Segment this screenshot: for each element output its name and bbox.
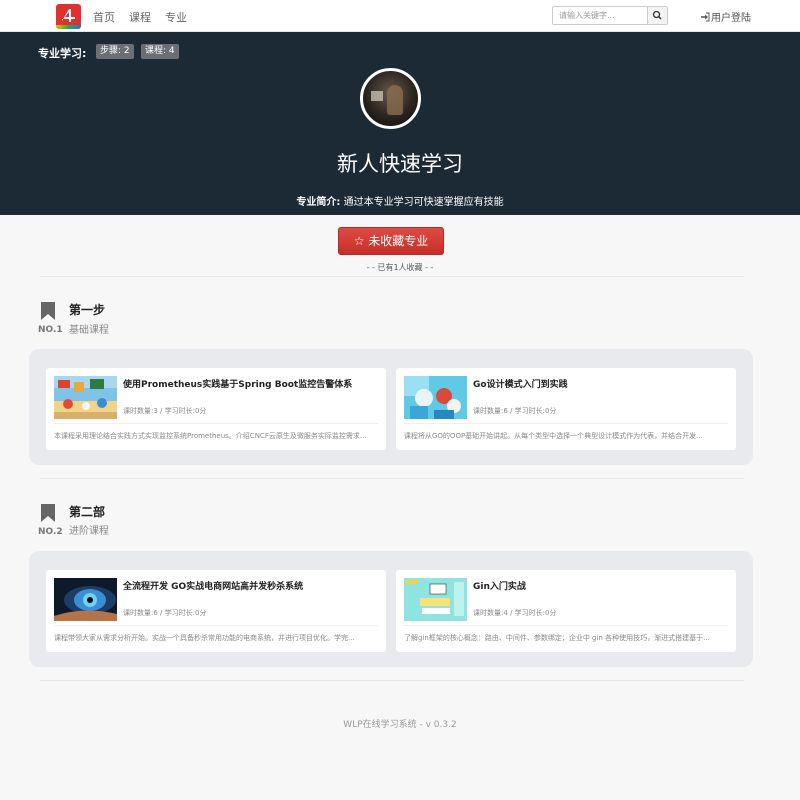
nav-home[interactable]: 首页 — [93, 9, 115, 25]
major-intro: 专业简介: 通过本专业学习可快速掌握应有技能 — [0, 193, 800, 208]
course-card[interactable]: 全流程开发 GO实战电商网站高并发秒杀系统 课时数量:6 / 学习时长:0分 课… — [46, 570, 386, 652]
step-number: NO.2 — [38, 527, 63, 537]
course-card[interactable]: Go设计模式入门到实践 课时数量:6 / 学习时长:0分 课程将从GO的OOP基… — [396, 368, 736, 450]
logo-glyph-icon — [62, 9, 75, 22]
footer-version: WLP在线学习系统 - v 0.3.2 — [343, 720, 457, 730]
login-label: 用户登陆 — [711, 13, 751, 24]
divider — [40, 276, 744, 277]
step-courses-panel: 使用Prometheus实践基于Spring Boot监控告警体系 课时数量:3… — [29, 349, 753, 465]
search-input[interactable] — [552, 6, 648, 25]
intro-text: 通过本专业学习可快速掌握应有技能 — [343, 197, 504, 208]
step-subtitle: 进阶课程 — [69, 526, 109, 537]
major-avatar — [360, 68, 421, 129]
bookmark-icon — [41, 302, 55, 320]
nav-majors[interactable]: 专业 — [165, 9, 187, 25]
divider — [40, 680, 744, 681]
logo-stripe — [56, 25, 81, 29]
divider — [40, 478, 744, 479]
step-subtitle: 基础课程 — [69, 325, 109, 336]
course-meta: 课时数量:6 / 学习时长:0分 — [473, 407, 557, 415]
favorite-count: - - 已有1人收藏 - - — [366, 263, 434, 272]
nav-courses[interactable]: 课程 — [129, 9, 151, 25]
search-button[interactable] — [647, 6, 668, 25]
top-navbar: 首页 课程 专业 用户登陆 — [0, 0, 800, 32]
step-title: 第一步 — [69, 303, 106, 317]
card-divider — [54, 423, 378, 424]
step-number: NO.1 — [38, 325, 63, 335]
steps-badge: 步骤: 2 — [96, 44, 134, 59]
course-thumbnail — [54, 578, 117, 621]
step-courses-panel: 全流程开发 GO实战电商网站高并发秒杀系统 课时数量:6 / 学习时长:0分 课… — [29, 551, 753, 667]
course-card[interactable]: 使用Prometheus实践基于Spring Boot监控告警体系 课时数量:3… — [46, 368, 386, 450]
course-description: 本课程采用理论结合实践方式实现监控系统Prometheus。介绍CNCF云原生及… — [54, 432, 367, 440]
course-description: 课程带领大家从需求分析开始。实战一个具备秒杀常用功能的电商系统，并进行项目优化。… — [54, 634, 355, 642]
course-title[interactable]: 全流程开发 GO实战电商网站高并发秒杀系统 — [123, 579, 303, 592]
login-link[interactable]: 用户登陆 — [700, 9, 751, 24]
course-title[interactable]: 使用Prometheus实践基于Spring Boot监控告警体系 — [123, 377, 352, 390]
card-divider — [404, 625, 728, 626]
card-divider — [404, 423, 728, 424]
major-hero: 专业学习: 步骤: 2 课程: 4 新人快速学习 专业简介: 通过本专业学习可快… — [0, 32, 800, 215]
course-description: 课程将从GO的OOP基础开始讲起。从每个类型中选择一个典型设计模式作为代表，并结… — [404, 432, 703, 440]
step-title: 第二部 — [69, 505, 106, 519]
course-thumbnail — [404, 376, 467, 419]
course-meta: 课时数量:3 / 学习时长:0分 — [123, 407, 207, 415]
search-icon — [652, 10, 662, 20]
courses-badge: 课程: 4 — [141, 44, 179, 59]
major-title: 新人快速学习 — [337, 152, 463, 176]
bookmark-icon — [41, 504, 55, 522]
intro-label: 专业简介: — [296, 197, 341, 208]
course-meta: 课时数量:6 / 学习时长:0分 — [123, 609, 207, 617]
app-logo[interactable] — [56, 4, 81, 29]
course-card[interactable]: Gin入门实战 课时数量:4 / 学习时长:0分 了解gin框架的核心概念：路由… — [396, 570, 736, 652]
course-title[interactable]: Gin入门实战 — [473, 579, 526, 592]
course-meta: 课时数量:4 / 学习时长:0分 — [473, 609, 557, 617]
course-description: 了解gin框架的核心概念：路由、中间件、参数绑定；企业中 gin 各种使用技巧，… — [404, 634, 710, 642]
card-divider — [54, 625, 378, 626]
course-title[interactable]: Go设计模式入门到实践 — [473, 377, 568, 390]
course-thumbnail — [404, 578, 467, 621]
sign-in-icon — [701, 12, 710, 22]
favorite-button[interactable]: ☆ 未收藏专业 — [338, 227, 444, 255]
hero-label: 专业学习: — [38, 47, 87, 60]
footer: WLP在线学习系统 - v 0.3.2 — [0, 686, 800, 800]
course-thumbnail — [54, 376, 117, 419]
